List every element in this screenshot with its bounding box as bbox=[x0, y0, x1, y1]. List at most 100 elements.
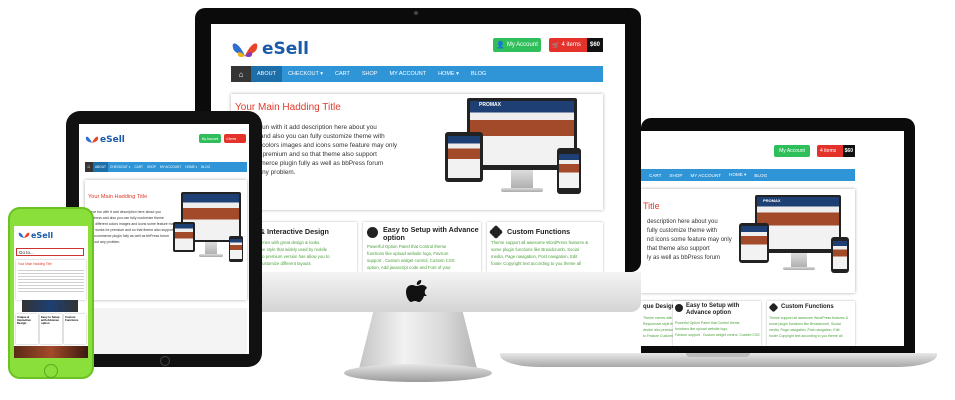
nav-item-blog[interactable]: BLOG bbox=[465, 66, 492, 82]
phone-logo[interactable]: eSell bbox=[18, 230, 53, 240]
phone-butterfly-logo-icon bbox=[18, 232, 30, 238]
feature-desc-functions-2: some plugin functions like Breadcrumb, S… bbox=[491, 247, 579, 252]
laptop-feature-desc-functions-1: Theme support all awesome WordPress feat… bbox=[769, 316, 849, 320]
feature-desc-setup-1: Powerful Option Panel that Control theme bbox=[367, 244, 447, 249]
laptop-cart-items-label: 4 items bbox=[820, 148, 837, 154]
laptop-hero-line-1: description here about you bbox=[647, 219, 718, 225]
phone-feature-title-2: Easy to Setup with Advance option bbox=[41, 315, 60, 326]
home-icon[interactable]: ⌂ bbox=[231, 66, 251, 82]
desktop-screen: eSell 👤 My Account 🛒 4 items $60 ⌂ ABOUT… bbox=[211, 24, 625, 272]
laptop-screen: My Account 4 items $60 CART SHOP MY ACCO… bbox=[641, 131, 904, 346]
feature-desc-functions-3: media, Page navigation, Post navigation,… bbox=[491, 254, 578, 259]
tablet-hero-title: Your Main Hadding Title bbox=[88, 194, 148, 200]
phone-hero-title: Your Main Hadding Title bbox=[18, 262, 52, 266]
feature-desc-setup-2: functions like upload website logo, Favi… bbox=[367, 251, 449, 256]
laptop-nav-my-account[interactable]: MY ACCOUNT bbox=[686, 169, 725, 181]
tablet-nav-cart[interactable]: CART bbox=[132, 162, 145, 172]
tablet-hero-line-3: with different colors images and icons s… bbox=[88, 222, 176, 226]
laptop-nav-blog[interactable]: BLOG bbox=[750, 169, 771, 181]
tablet-nav-home[interactable]: HOME ▾ bbox=[183, 162, 199, 172]
feature-desc-setup-3: support , Custom widget control, Custom … bbox=[367, 258, 455, 263]
desktop-camera bbox=[414, 11, 418, 15]
laptop-gear-icon bbox=[675, 304, 683, 312]
tablet-my-account-label: My Account bbox=[201, 136, 219, 141]
tablet-home-button[interactable] bbox=[160, 356, 170, 366]
tablet-logo[interactable]: eSell bbox=[85, 134, 125, 145]
phone-feature-3: Custom Functions bbox=[64, 314, 86, 344]
hero-devices-image: PROMAX bbox=[445, 98, 595, 206]
tablet-screen: eSell My Account 4 items ⌂ ABOUT CHECKOU… bbox=[79, 124, 249, 354]
tablet-my-account-button[interactable]: My Account bbox=[199, 134, 221, 143]
nav-item-cart[interactable]: CART bbox=[329, 66, 356, 82]
user-icon: 👤 bbox=[496, 42, 505, 49]
laptop-feature-desc-functions-3: media, Page navigation, Post navigation,… bbox=[769, 328, 840, 332]
butterfly-logo-icon bbox=[232, 43, 258, 57]
my-account-button[interactable]: 👤 My Account bbox=[493, 38, 541, 52]
tablet-nav-shop[interactable]: SHOP bbox=[145, 162, 158, 172]
nav-item-my-account[interactable]: MY ACCOUNT bbox=[383, 66, 432, 82]
cart-price: $60 bbox=[586, 38, 603, 52]
laptop-hero-line-2: fully customize theme with bbox=[647, 228, 718, 234]
tablet-nav-checkout[interactable]: CHECKOUT ▾ bbox=[108, 162, 132, 172]
desktop-logo[interactable]: eSell bbox=[231, 38, 309, 60]
laptop-nav: CART SHOP MY ACCOUNT HOME ▾ BLOG bbox=[641, 169, 855, 181]
laptop-my-account-button[interactable]: My Account bbox=[774, 145, 810, 157]
tablet-nav: ⌂ ABOUT CHECKOUT ▾ CART SHOP MY ACCOUNT … bbox=[85, 162, 247, 172]
tablet-hero: Your Main Hadding Title Have fun with it… bbox=[85, 180, 247, 300]
laptop-nav-home[interactable]: HOME ▾ bbox=[725, 169, 750, 181]
desktop-stand bbox=[359, 312, 477, 368]
phone-screen: eSell Go to... Your Main Hadding Title U… bbox=[14, 226, 88, 358]
phone-menu-label: Go to... bbox=[19, 250, 34, 255]
tag-icon bbox=[488, 224, 504, 240]
feature-desc-functions-1: Theme support all awesome WordPress feat… bbox=[491, 240, 589, 245]
laptop-tag-icon bbox=[768, 302, 779, 313]
laptop-feature-desc-setup-2: functions like upload website logo, bbox=[675, 327, 729, 331]
laptop-hero-devices-image: PROMAX bbox=[739, 195, 853, 287]
tablet-hero-devices-image bbox=[173, 192, 245, 292]
hero-line-2: s and also you can fully customize theme… bbox=[255, 133, 385, 140]
nav-item-about[interactable]: ABOUT bbox=[251, 66, 282, 82]
phone-hero-text-block bbox=[18, 268, 84, 292]
laptop-hero: Title description here about you fully c… bbox=[641, 189, 855, 293]
nav-item-checkout[interactable]: CHECKOUT ▾ bbox=[282, 66, 329, 82]
laptop-nav-shop[interactable]: SHOP bbox=[665, 169, 686, 181]
tablet-cart-button[interactable]: 4 items bbox=[224, 134, 246, 143]
nav-item-shop[interactable]: SHOP bbox=[356, 66, 384, 82]
phone-feature-title-1: Unique & Interactive Design bbox=[17, 315, 31, 326]
feature-desc-functions-4: footer Copyright text according to you t… bbox=[491, 261, 582, 266]
tablet-cart-items-label: 4 items bbox=[226, 136, 237, 141]
hero-line-5: mmerce plugin fully as well as bbPress f… bbox=[255, 160, 384, 167]
laptop-feature-functions: Custom Functions Theme support all aweso… bbox=[767, 301, 855, 346]
feature-title-setup: Easy to Setup with Advance option bbox=[383, 225, 479, 242]
phone-menu-select[interactable]: Go to... bbox=[16, 248, 84, 256]
feature-card-setup: Easy to Setup with Advance option Powerf… bbox=[363, 222, 481, 272]
phone-feature-title-3: Custom Functions bbox=[65, 315, 79, 323]
tablet-hero-line-2: business and also you can fully customiz… bbox=[88, 216, 164, 220]
tablet-butterfly-logo-icon bbox=[85, 136, 99, 143]
tablet-nav-about[interactable]: ABOUT bbox=[93, 162, 108, 172]
phone-feature-2: Easy to Setup with Advance option bbox=[40, 314, 62, 344]
tablet-hero-line-5: Woocommerce plugin fully as well as bbPr… bbox=[88, 234, 170, 238]
nav-item-home[interactable]: HOME ▾ bbox=[432, 66, 465, 82]
laptop-hero-title: Title bbox=[643, 201, 660, 211]
tablet-feature-strip bbox=[85, 308, 247, 354]
tablet-nav-my-account[interactable]: MY ACCOUNT bbox=[158, 162, 183, 172]
gear-icon bbox=[367, 227, 378, 238]
phone-logo-text: eSell bbox=[31, 230, 54, 240]
laptop-hero-line-4: that theme also support bbox=[647, 246, 710, 252]
phone-feature-1: Unique & Interactive Design bbox=[16, 314, 38, 344]
tablet-logo-text: eSell bbox=[100, 134, 125, 145]
laptop-cart-button[interactable]: 4 items $60 bbox=[817, 145, 855, 157]
tablet-nav-blog[interactable]: BLOG bbox=[199, 162, 212, 172]
logo-text: eSell bbox=[262, 39, 309, 59]
tablet-hero-line-4: only works for premium and so that theme… bbox=[88, 228, 174, 232]
laptop-nav-cart[interactable]: CART bbox=[641, 169, 665, 181]
phone-home-button[interactable] bbox=[44, 364, 58, 378]
tablet-home-icon[interactable]: ⌂ bbox=[85, 162, 93, 172]
hero-section: Your Main Hadding Title e fun with it ad… bbox=[231, 94, 603, 210]
cart-items-label: 4 items bbox=[561, 42, 581, 48]
cart-button[interactable]: 🛒 4 items $60 bbox=[549, 38, 603, 52]
desktop-stand-base bbox=[344, 364, 492, 382]
desktop-nav: ⌂ ABOUT CHECKOUT ▾ CART SHOP MY ACCOUNT … bbox=[231, 66, 603, 82]
laptop-feature-title-setup: Easy to Setup with Advance option bbox=[686, 303, 740, 316]
